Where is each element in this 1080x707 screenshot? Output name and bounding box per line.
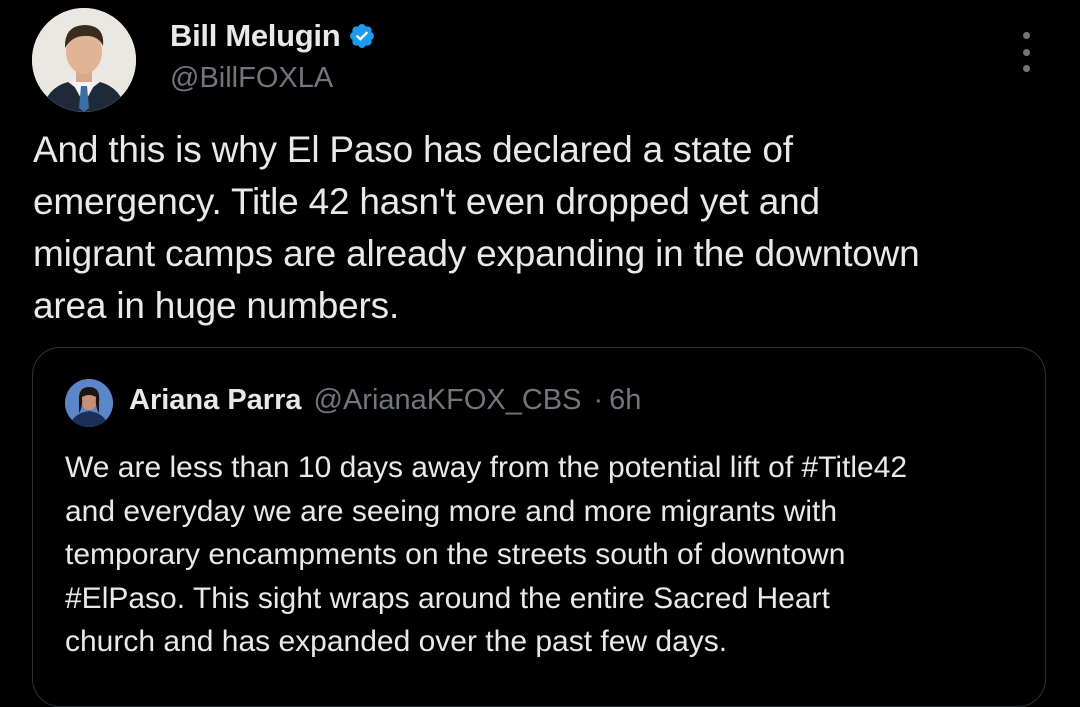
separator-dot: · — [593, 384, 604, 416]
quoted-author-handle[interactable]: @ArianaKFOX_CBS — [314, 384, 582, 417]
tweet-text-line: And this is why El Paso has declared a s… — [33, 129, 793, 170]
author-display-name[interactable]: Bill Melugin — [170, 18, 341, 54]
quoted-text-line: #ElPaso. This sight wraps around the ent… — [65, 581, 830, 615]
quoted-text-line: church and has expanded over the past fe… — [65, 625, 728, 658]
tweet-text: And this is why El Paso has declared a s… — [33, 124, 1053, 332]
verified-badge-icon — [348, 22, 376, 50]
more-dot — [1022, 65, 1030, 72]
tweet: Bill Melugin @BillFOXLA And this is why … — [0, 0, 1080, 707]
more-vertical-icon[interactable] — [1012, 32, 1040, 72]
more-dot — [1022, 48, 1030, 56]
tweet-text-line: migrant camps are already expanding in t… — [33, 233, 920, 274]
quoted-tweet[interactable]: Ariana Parra @ArianaKFOX_CBS · 6h We are… — [32, 347, 1046, 707]
author-handle[interactable]: @BillFOXLA — [170, 62, 333, 95]
quoted-header: Ariana Parra @ArianaKFOX_CBS · 6h — [129, 384, 641, 417]
author-avatar[interactable] — [32, 8, 136, 112]
quoted-author-name[interactable]: Ariana Parra — [129, 384, 302, 417]
tweet-text-line: area in huge numbers. — [33, 285, 400, 326]
quoted-text-line: We are less than 10 days away from the p… — [65, 451, 908, 484]
quoted-timestamp[interactable]: 6h — [609, 384, 641, 417]
author-name-row: Bill Melugin — [170, 18, 376, 54]
tweet-text-line: emergency. Title 42 hasn't even dropped … — [33, 181, 820, 222]
quoted-text-line: and everyday we are seeing more and more… — [65, 494, 838, 528]
quoted-text-line: temporary encampments on the streets sou… — [65, 538, 846, 571]
quoted-author-avatar[interactable] — [65, 379, 113, 427]
quoted-text: We are less than 10 days away from the p… — [65, 446, 1025, 664]
more-dot — [1022, 32, 1030, 39]
